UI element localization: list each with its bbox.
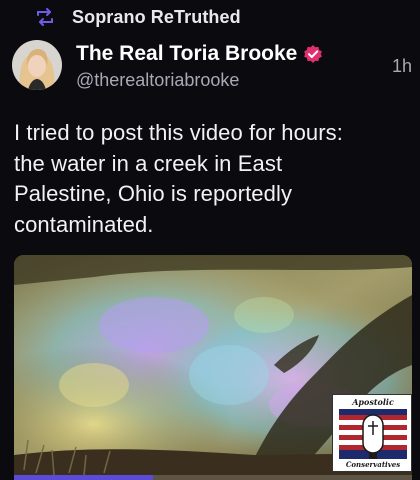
author-name-text[interactable]: The Real Toria Brooke (76, 42, 297, 66)
logo-top-text: Apostolic (352, 397, 394, 407)
post-text-line: the water in a creek in East (14, 150, 283, 176)
verified-badge-icon (303, 44, 323, 64)
retruth-icon (34, 6, 56, 28)
author-row: The Real Toria Brooke @therealtoriabrook… (12, 40, 412, 90)
author-name[interactable]: The Real Toria Brooke (76, 42, 323, 66)
video-progress-fill (14, 475, 154, 480)
post-timestamp[interactable]: 1h (392, 56, 412, 77)
retruth-header: Soprano ReTruthed (34, 6, 241, 28)
retruth-label[interactable]: Soprano ReTruthed (72, 7, 241, 28)
post-text-line: contaminated. (14, 211, 154, 237)
post-text: I tried to post this video for hours: th… (14, 118, 410, 240)
post-text-line: I tried to post this video for hours: (14, 120, 343, 145)
video-progress-bar[interactable] (14, 475, 412, 480)
apostolic-conservatives-logo: Apostolic Conservatives (332, 394, 412, 472)
logo-bottom-text: Conservatives (345, 460, 401, 469)
author-handle[interactable]: @therealtoriabrooke (76, 70, 239, 91)
avatar[interactable] (12, 40, 62, 90)
post-text-line: Palestine, Ohio is reportedly (14, 181, 293, 206)
